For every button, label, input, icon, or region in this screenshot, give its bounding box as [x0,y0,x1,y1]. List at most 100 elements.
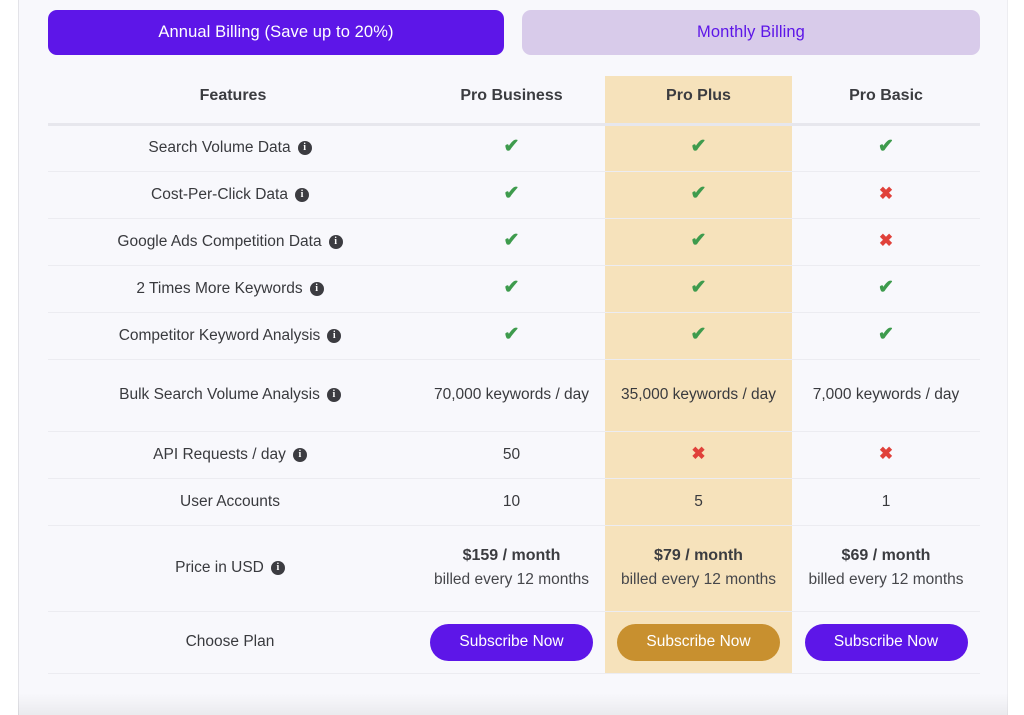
choose-pro-business: Subscribe Now [418,611,605,674]
info-icon[interactable]: i [297,141,312,155]
info-icon[interactable]: i [270,561,285,575]
feature-label: API Requests / day [153,445,286,463]
info-icon[interactable]: i [326,388,341,402]
value-pro-plus: ✔ [605,312,792,360]
value-pro-plus: ✔ [605,265,792,313]
price-amount: $79 / month [654,547,743,565]
value-pro-business: ✔ [418,124,605,172]
value-pro-business: ✔ [418,218,605,266]
value-pro-basic: ✖ [792,218,980,266]
check-icon: ✔ [690,182,707,204]
feature-label-cell: Choose Plan [48,611,418,674]
subscribe-button-pro-business[interactable]: Subscribe Now [430,623,593,661]
price-pro-plus: $79 / month billed every 12 months [605,525,792,612]
table-row: Bulk Search Volume Analysis i 70,000 key… [48,359,980,432]
table-row: Search Volume Data i ✔ ✔ ✔ [48,124,980,172]
feature-label-cell: Cost-Per-Click Data i [48,171,418,219]
price-row: Price in USD i $159 / month billed every… [48,525,980,612]
value-pro-business: 50 [418,431,605,479]
info-icon[interactable]: i [292,447,307,462]
choose-pro-basic: Subscribe Now [792,611,980,674]
check-icon: ✔ [503,182,520,204]
choose-plan-row: Choose Plan Subscribe Now Subscribe Now … [48,611,980,674]
value-pro-basic: ✖ [792,171,980,219]
info-icon[interactable]: i [309,281,324,296]
value-pro-basic: ✖ [792,431,980,479]
billing-period-toggle: Annual Billing (Save up to 20%) Monthly … [48,10,980,55]
header-row: Features Pro Business Pro Plus Pro Basic [48,76,980,126]
feature-label: User Accounts [180,492,280,510]
feature-label-cell: Google Ads Competition Data i [48,218,418,266]
value-pro-basic: ✔ [792,124,980,172]
plan-comparison-table: Features Pro Business Pro Plus Pro Basic… [48,76,980,674]
subscribe-button-pro-basic[interactable]: Subscribe Now [804,623,968,661]
feature-label: Competitor Keyword Analysis [118,326,321,344]
feature-label-cell: Competitor Keyword Analysis i [48,312,418,360]
annual-billing-button[interactable]: Annual Billing (Save up to 20%) [48,10,504,55]
feature-label: Choose Plan [185,633,275,650]
feature-label-cell: Price in USD i [48,525,418,612]
info-icon[interactable]: i [328,234,343,249]
feature-label: Search Volume Data [148,139,291,156]
value-pro-basic: 7,000 keywords / day [792,359,980,432]
column-header-pro-basic: Pro Basic [792,76,980,126]
price-amount: $159 / month [462,547,561,565]
check-icon: ✔ [503,136,520,157]
feature-label: Bulk Search Volume Analysis [119,386,320,403]
feature-label-cell: 2 Times More Keywords i [48,265,418,313]
choose-pro-plus: Subscribe Now [605,611,792,674]
table-row: API Requests / day i 50 ✖ ✖ [48,431,980,479]
monthly-billing-button[interactable]: Monthly Billing [522,10,980,55]
check-icon: ✔ [503,323,520,345]
feature-label: Price in USD [175,559,264,576]
check-icon: ✔ [690,229,707,251]
feature-label: Cost-Per-Click Data [151,185,288,203]
price-amount: $69 / month [841,547,931,565]
value-pro-business: ✔ [418,265,605,313]
check-icon: ✔ [503,229,520,251]
feature-label-cell: API Requests / day i [48,431,418,479]
pricing-page: Annual Billing (Save up to 20%) Monthly … [0,0,1024,715]
check-icon: ✔ [878,323,894,345]
table-body: Search Volume Data i ✔ ✔ ✔ Cost-Per-Clic… [48,124,980,674]
value-pro-business: ✔ [418,171,605,219]
value-pro-basic: 1 [792,478,980,526]
column-header-features: Features [48,76,418,126]
table-row: 2 Times More Keywords i ✔ ✔ ✔ [48,265,980,313]
subscribe-button-pro-plus[interactable]: Subscribe Now [617,623,780,661]
feature-label-cell: User Accounts [48,478,418,526]
cross-icon: ✖ [878,183,894,203]
check-icon: ✔ [690,276,707,298]
feature-label-cell: Search Volume Data i [48,124,418,172]
price-note: billed every 12 months [433,571,590,589]
value-pro-business: 70,000 keywords / day [418,359,605,432]
table-row: Google Ads Competition Data i ✔ ✔ ✖ [48,218,980,266]
value-pro-business: ✔ [418,312,605,360]
column-header-pro-plus: Pro Plus [605,76,792,126]
price-pro-basic: $69 / month billed every 12 months [792,525,980,612]
info-icon[interactable]: i [327,328,342,343]
value-pro-basic: ✔ [792,312,980,360]
value-pro-plus: 35,000 keywords / day [605,359,792,432]
value-pro-plus: 5 [605,478,792,526]
value-pro-plus: ✔ [605,218,792,266]
feature-label: Google Ads Competition Data [117,232,322,250]
value-pro-plus: ✖ [605,431,792,479]
table-row: User Accounts 10 5 1 [48,478,980,526]
value-pro-plus: ✔ [605,171,792,219]
table-header: Features Pro Business Pro Plus Pro Basic [48,76,980,126]
feature-label-cell: Bulk Search Volume Analysis i [48,359,418,432]
check-icon: ✔ [503,276,520,298]
column-header-pro-business: Pro Business [418,76,605,126]
price-note: billed every 12 months [808,571,964,589]
cross-icon: ✖ [878,230,894,250]
cross-icon: ✖ [691,443,706,463]
price-pro-business: $159 / month billed every 12 months [418,525,605,612]
check-icon: ✔ [690,323,707,345]
check-icon: ✔ [878,276,894,298]
info-icon[interactable]: i [294,187,309,202]
table-row: Competitor Keyword Analysis i ✔ ✔ ✔ [48,312,980,360]
check-icon: ✔ [878,136,894,157]
cross-icon: ✖ [878,443,894,463]
feature-label: 2 Times More Keywords [136,279,303,297]
